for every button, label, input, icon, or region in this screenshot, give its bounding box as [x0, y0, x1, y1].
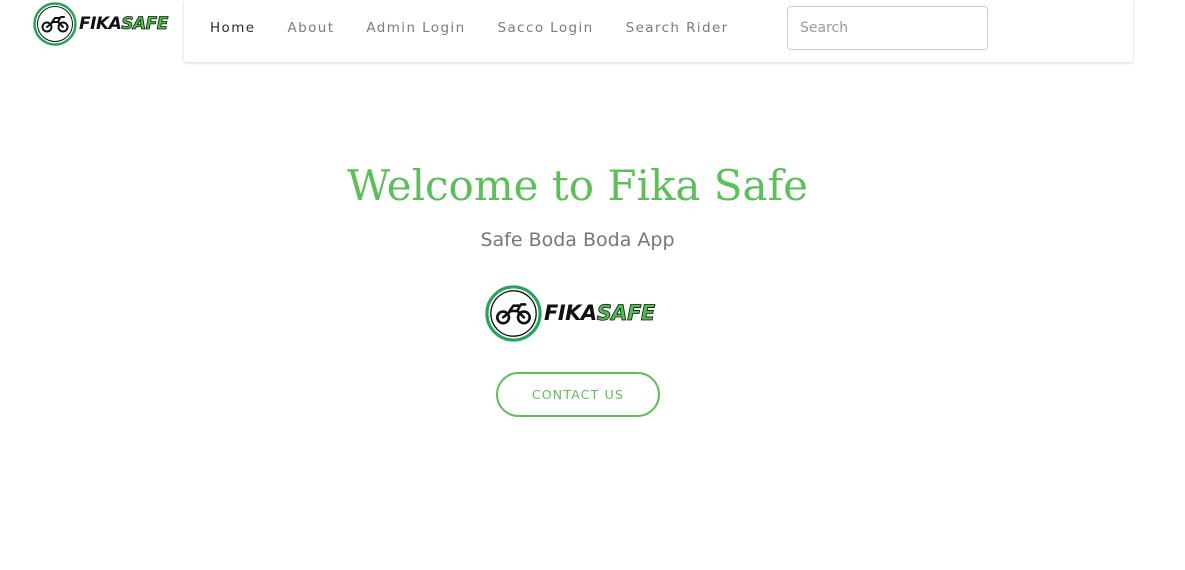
- hero-subtitle: Safe Boda Boda App: [480, 229, 675, 251]
- motorbike-icon: [485, 285, 542, 342]
- hero-logo: FIKASAFE: [485, 285, 656, 342]
- motorbike-icon: [33, 2, 77, 46]
- page: FIKASAFE Home About Admin Login Sacco Lo…: [0, 0, 1185, 570]
- nav-item-admin-login[interactable]: Admin Login: [366, 20, 465, 36]
- nav-item-sacco-login[interactable]: Sacco Login: [498, 20, 594, 36]
- search-input[interactable]: [787, 6, 988, 50]
- nav-item-home[interactable]: Home: [210, 20, 255, 36]
- hero-title: Welcome to Fika Safe: [346, 161, 808, 210]
- nav-item-about[interactable]: About: [287, 20, 334, 36]
- contact-us-button[interactable]: CONTACT US: [496, 372, 660, 417]
- logo-wordmark: FIKASAFE: [544, 301, 656, 325]
- top-navbar: Home About Admin Login Sacco Login Searc…: [184, 0, 1133, 62]
- nav-item-search-rider[interactable]: Search Rider: [626, 20, 729, 36]
- header-logo[interactable]: FIKASAFE: [33, 2, 169, 46]
- nav-links: Home About Admin Login Sacco Login Searc…: [210, 20, 761, 36]
- logo-wordmark: FIKASAFE: [79, 13, 169, 34]
